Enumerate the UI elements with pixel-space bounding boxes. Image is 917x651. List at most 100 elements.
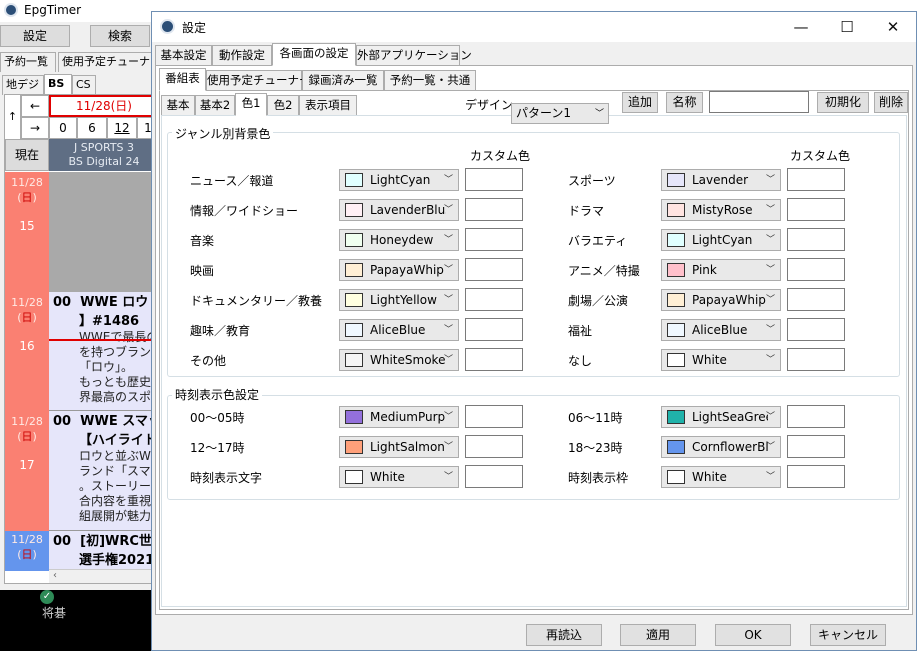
design-name-input[interactable] (709, 91, 809, 113)
color-combobox[interactable]: Honeydew ﹀ (339, 229, 459, 251)
color-name: LightSalmon (370, 440, 445, 454)
nav-right-button[interactable]: → (21, 117, 49, 139)
program-block[interactable]: 00 [初]WRC世界 選手権2021 (49, 531, 153, 571)
custom-color-input[interactable] (465, 288, 523, 311)
add-design-button[interactable]: 追加 (622, 92, 658, 113)
tab-reservation-common[interactable]: 予約一覧・共通 (384, 70, 476, 91)
color-name: MistyRose (692, 203, 753, 217)
ok-button[interactable]: OK (715, 624, 791, 646)
close-icon[interactable]: ✕ (870, 12, 916, 42)
color-combobox[interactable]: AliceBlue ﹀ (661, 319, 781, 341)
tab-recorded-list[interactable]: 録画済み一覧 (302, 70, 384, 91)
color-combobox[interactable]: LightSalmon ﹀ (339, 436, 459, 458)
tab-behavior-settings[interactable]: 動作設定 (212, 45, 272, 66)
custom-color-input[interactable] (787, 168, 845, 191)
minimize-icon[interactable]: — (778, 12, 824, 42)
custom-color-input[interactable] (465, 198, 523, 221)
color-combobox[interactable]: MistyRose ﹀ (661, 199, 781, 221)
color-combobox[interactable]: White ﹀ (339, 466, 459, 488)
main-settings-button[interactable]: 設定 (0, 25, 70, 47)
cancel-button[interactable]: キャンセル (810, 624, 886, 646)
color-row-label: 映画 (190, 264, 215, 278)
color-combobox[interactable]: Lavender ﹀ (661, 169, 781, 191)
now-button[interactable]: 現在 (5, 139, 49, 171)
color-combobox[interactable]: Pink ﹀ (661, 259, 781, 281)
custom-color-input[interactable] (787, 288, 845, 311)
nav-date-button[interactable]: 11/28(日) (49, 95, 153, 117)
color-combobox[interactable]: LavenderBlush﹀ (339, 199, 459, 221)
program-block[interactable]: 00 WWE スマック 【ハイライト】#1 ロウと並ぶWW ランド「スマック 。… (49, 411, 153, 531)
color-row-label: アニメ／特撮 (568, 264, 640, 278)
color-row-label: 時刻表示文字 (190, 471, 263, 485)
tab-basic-settings[interactable]: 基本設定 (155, 45, 212, 66)
nav-hour-6[interactable]: 6 (77, 117, 107, 139)
color-name: White (692, 470, 727, 484)
custom-color-input[interactable] (787, 465, 845, 488)
custom-color-input[interactable] (787, 435, 845, 458)
color-combobox[interactable]: PapayaWhip ﹀ (339, 259, 459, 281)
color-combobox[interactable]: PapayaWhip ﹀ (661, 289, 781, 311)
nav-hour-12[interactable]: 12 (107, 117, 137, 139)
delete-design-button[interactable]: 削除 (874, 92, 908, 113)
reload-button[interactable]: 再読込 (526, 624, 602, 646)
color-swatch (345, 440, 363, 454)
custom-color-input[interactable] (465, 168, 523, 191)
main-search-button[interactable]: 検索 (90, 25, 150, 47)
color-swatch (345, 293, 363, 307)
reset-design-button[interactable]: 初期化 (817, 92, 869, 113)
custom-color-input[interactable] (465, 465, 523, 488)
tab-cs[interactable]: CS (72, 75, 96, 95)
nav-hour-0[interactable]: 0 (49, 117, 77, 139)
tab-color2[interactable]: 色2 (267, 95, 299, 116)
color-combobox[interactable]: MediumPurple﹀ (339, 406, 459, 428)
apply-button[interactable]: 適用 (620, 624, 696, 646)
tab-basic[interactable]: 基本 (161, 95, 195, 116)
tab-basic2[interactable]: 基本2 (195, 95, 235, 116)
nav-left-button[interactable]: ← (21, 95, 49, 117)
nav-up-button[interactable]: ↑ (5, 95, 21, 139)
color-row-label: 18～23時 (568, 441, 623, 455)
color-combobox[interactable]: LightYellow ﹀ (339, 289, 459, 311)
chevron-down-icon: ﹀ (443, 442, 453, 452)
color-row-label: 時刻表示枠 (568, 471, 629, 485)
custom-color-input[interactable] (787, 348, 845, 371)
rename-design-button[interactable]: 名称 (666, 92, 703, 113)
tab-screen-settings[interactable]: 各画面の設定 (272, 43, 356, 66)
chevron-down-icon: ﹀ (594, 109, 604, 119)
tab-program-guide[interactable]: 番組表 (159, 68, 206, 91)
color-combobox[interactable]: CornflowerBlue﹀ (661, 436, 781, 458)
color-swatch (667, 353, 685, 367)
scroll-left-icon[interactable]: ‹ (53, 570, 57, 581)
tab-color1[interactable]: 色1 (235, 93, 267, 116)
color-combobox[interactable]: LightSeaGreen﹀ (661, 406, 781, 428)
color-combobox[interactable]: LightCyan ﹀ (661, 229, 781, 251)
custom-color-input[interactable] (787, 318, 845, 341)
custom-color-input[interactable] (787, 405, 845, 428)
color-combobox[interactable]: White ﹀ (661, 466, 781, 488)
custom-color-input[interactable] (465, 258, 523, 281)
tab-external-apps[interactable]: 外部アプリケーション (356, 45, 472, 66)
horizontal-scrollbar[interactable]: ‹ (49, 569, 153, 583)
tab-tuner-schedule[interactable]: 使用予定チューナー (58, 52, 152, 72)
color-combobox[interactable]: AliceBlue ﹀ (339, 319, 459, 341)
color-combobox[interactable]: White ﹀ (661, 349, 781, 371)
tab-display-items[interactable]: 表示項目 (299, 95, 357, 116)
tab-terrestrial[interactable]: 地デジ (2, 75, 44, 95)
custom-color-input[interactable] (465, 318, 523, 341)
design-combobox[interactable]: パターン1 ﹀ (511, 103, 609, 124)
custom-color-input[interactable] (465, 228, 523, 251)
custom-color-input[interactable] (787, 258, 845, 281)
custom-color-input[interactable] (787, 228, 845, 251)
custom-color-input[interactable] (465, 435, 523, 458)
program-block[interactable]: 00 WWE ロウ【ハ 】#1486 WWEで最長の を持つブランド 「ロウ」。… (49, 292, 153, 411)
time-cell-17: 11/28 (日) 17 (5, 411, 49, 531)
color-combobox[interactable]: WhiteSmoke ﹀ (339, 349, 459, 371)
custom-color-input[interactable] (787, 198, 845, 221)
tab-bs[interactable]: BS (44, 74, 72, 94)
tab-reservation-list[interactable]: 予約一覧 (0, 52, 56, 72)
custom-color-input[interactable] (465, 348, 523, 371)
custom-color-input[interactable] (465, 405, 523, 428)
color-combobox[interactable]: LightCyan ﹀ (339, 169, 459, 191)
tab-tuner-usage[interactable]: 使用予定チューナー (206, 70, 311, 91)
maximize-icon[interactable]: ☐ (824, 12, 870, 42)
